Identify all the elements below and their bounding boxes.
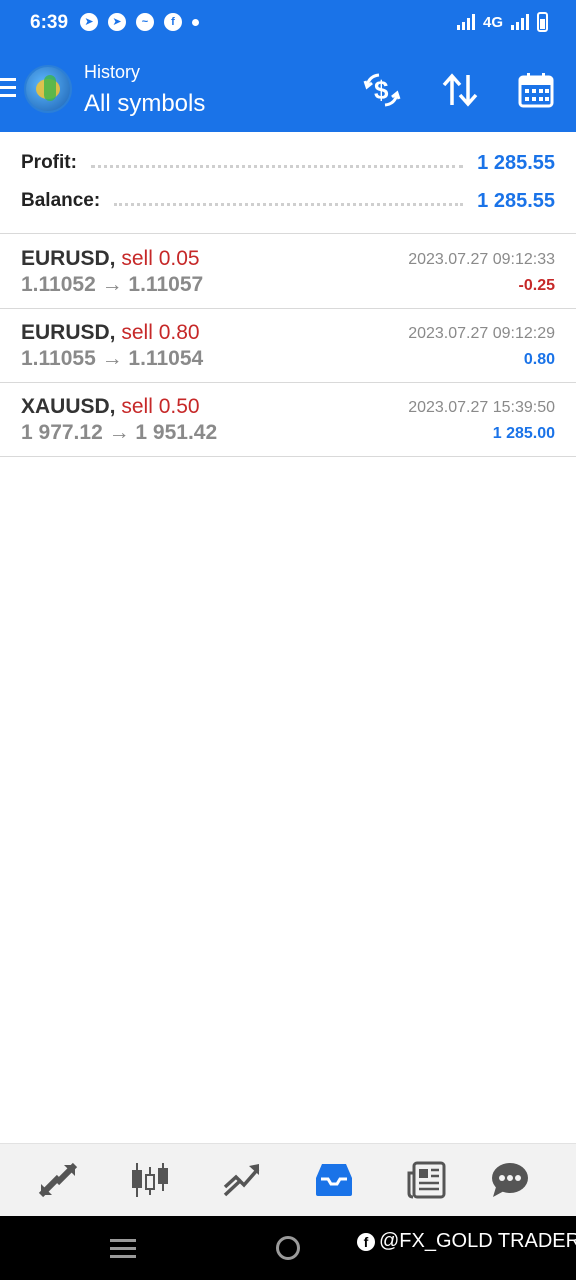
status-indicators: 4G xyxy=(456,12,548,32)
history-inbox-icon[interactable] xyxy=(312,1160,356,1200)
signal-icon xyxy=(456,14,475,30)
profit-value: 1 285.55 xyxy=(477,151,555,174)
recent-apps-icon[interactable] xyxy=(110,1239,136,1258)
dotted-leader xyxy=(90,164,464,168)
messenger-icon: ~ xyxy=(136,13,154,31)
deal-symbol: XAUUSD, xyxy=(21,395,116,418)
deal-side: sell 0.50 xyxy=(121,395,200,418)
status-bar: 6:39 ➤ ➤ ~ f 4G xyxy=(0,0,576,48)
balance-value: 1 285.55 xyxy=(477,189,555,212)
telegram-icon: ➤ xyxy=(108,13,126,31)
deal-time: 2023.07.27 09:12:29 xyxy=(408,325,555,342)
dollar-exchange-icon[interactable]: $ xyxy=(362,70,402,110)
signal-icon xyxy=(511,14,529,30)
chat-icon[interactable] xyxy=(488,1160,532,1200)
deal-row[interactable]: EURUSD, sell 0.80 1.11055 → 1.11054 2023… xyxy=(0,309,576,383)
symbol-filter[interactable]: All symbols xyxy=(84,90,205,118)
balance-row: Balance: 1 285.55 xyxy=(21,186,555,216)
quotes-chart-icon[interactable] xyxy=(128,1160,172,1200)
profit-label: Profit: xyxy=(21,152,77,173)
status-time: 6:39 xyxy=(30,12,69,33)
profit-row: Profit: 1 285.55 xyxy=(21,148,555,178)
home-icon[interactable] xyxy=(276,1236,300,1260)
trade-icon[interactable] xyxy=(36,1160,80,1200)
deal-side: sell 0.80 xyxy=(121,321,200,344)
dotted-leader xyxy=(114,202,464,206)
deal-profit: 0.80 xyxy=(523,351,555,368)
more-notifications-icon xyxy=(192,18,199,26)
deal-symbol: EURUSD, xyxy=(21,321,116,344)
calendar-icon[interactable] xyxy=(516,70,556,110)
notification-icons: ➤ ➤ ~ f xyxy=(80,13,199,31)
deal-profit: -0.25 xyxy=(518,277,555,294)
watermark-text: @FX_GOLD TRADER xyxy=(379,1230,576,1252)
app-bar: History All symbols $ xyxy=(0,48,576,132)
balance-label: Balance: xyxy=(21,190,101,211)
menu-icon[interactable] xyxy=(0,78,16,98)
deal-symbol: EURUSD, xyxy=(21,247,116,270)
deal-prices: 1.11052 → 1.11057 xyxy=(21,273,204,296)
deal-prices: 1 977.12 → 1 951.42 xyxy=(21,421,218,444)
deal-prices: 1.11055 → 1.11054 xyxy=(21,347,204,370)
chart-icon[interactable] xyxy=(220,1160,264,1200)
bottom-navigation xyxy=(0,1143,576,1216)
watermark: f @FX_GOLD TRADER xyxy=(357,1230,576,1253)
deal-time: 2023.07.27 15:39:50 xyxy=(408,399,555,416)
news-icon[interactable] xyxy=(404,1160,448,1200)
facebook-icon: f xyxy=(357,1232,375,1251)
network-type: 4G xyxy=(482,13,503,31)
telegram-icon: ➤ xyxy=(80,13,98,31)
sort-icon[interactable] xyxy=(440,70,480,110)
deal-side: sell 0.05 xyxy=(121,247,200,270)
history-summary: Profit: 1 285.55 Balance: 1 285.55 xyxy=(0,138,576,234)
svg-text:$: $ xyxy=(374,75,389,105)
deal-time: 2023.07.27 09:12:33 xyxy=(408,251,555,268)
deal-row[interactable]: XAUUSD, sell 0.50 1 977.12 → 1 951.42 20… xyxy=(0,383,576,457)
battery-icon xyxy=(537,12,548,32)
app-icon: f xyxy=(164,13,182,31)
section-title: History xyxy=(84,62,141,82)
metatrader-logo xyxy=(24,65,72,113)
deal-profit: 1 285.00 xyxy=(492,425,555,442)
deal-row[interactable]: EURUSD, sell 0.05 1.11052 → 1.11057 2023… xyxy=(0,235,576,309)
system-navigation-bar: f @FX_GOLD TRADER xyxy=(0,1216,576,1280)
